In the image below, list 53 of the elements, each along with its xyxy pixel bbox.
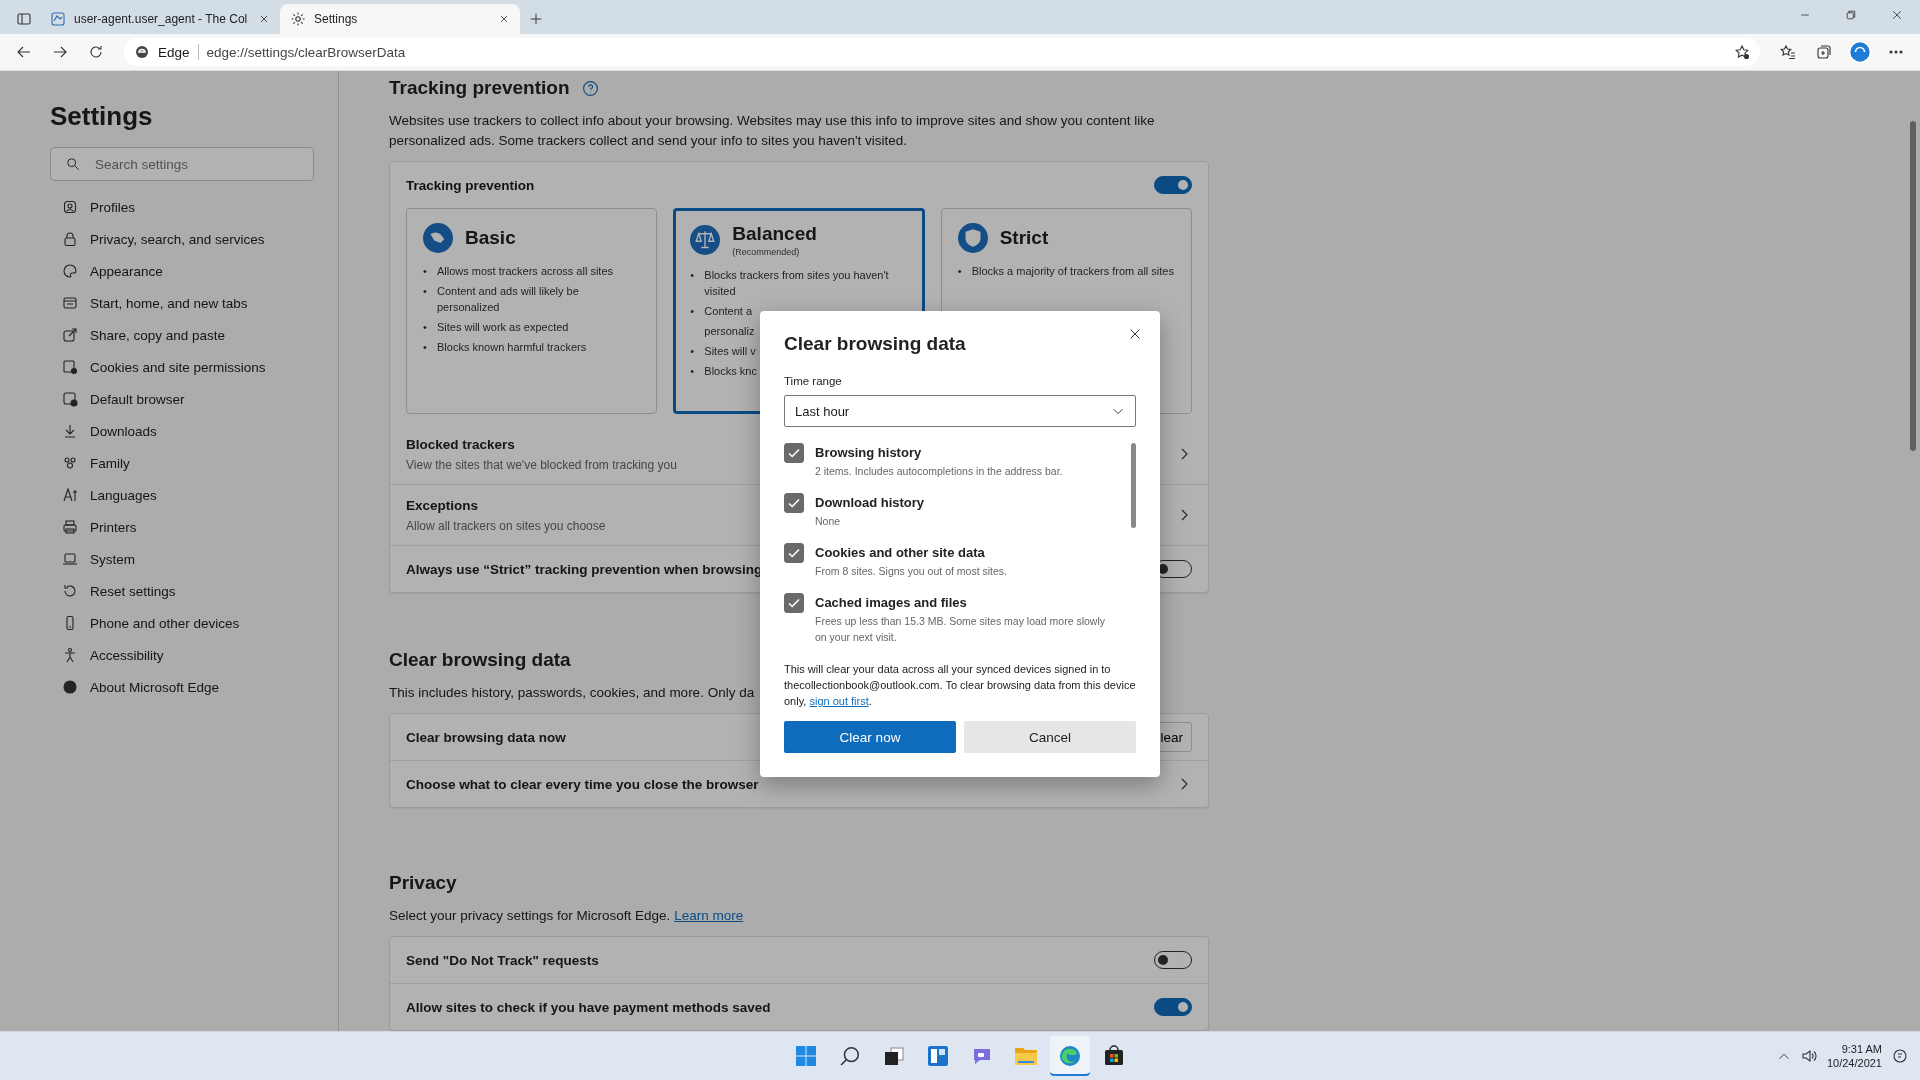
bullet-symbol: •: [690, 344, 696, 359]
bullet-symbol: •: [690, 364, 696, 379]
row-title: Allow sites to check if you have payment methods saved: [406, 999, 771, 1015]
row-description: View the sites that we've blocked from tracking you: [406, 457, 677, 472]
option-description: From 8 sites. Signs you out of most sites.: [815, 564, 1007, 579]
settings-title: Settings: [50, 101, 154, 132]
option-title: Strict: [999, 227, 1049, 249]
bullet-symbol: •: [957, 264, 963, 279]
section-title: Privacy: [389, 872, 457, 894]
bullet-symbol: •: [423, 264, 428, 279]
section-title: Clear browsing data: [389, 649, 571, 671]
row-title: Always use “Strict” tracking prevention when browsing: [406, 561, 763, 577]
option-bullet: Sites will v: [704, 344, 756, 359]
option-bullet: Content and ads will likely be personalized: [437, 284, 580, 315]
option-label: Download history: [815, 494, 925, 512]
section-title: Tracking prevention: [389, 77, 570, 99]
bullet-symbol: •: [690, 268, 696, 283]
site-label: Edge: [158, 44, 190, 60]
option-bullet: Content a: [704, 304, 753, 319]
row-title: Exceptions: [406, 497, 480, 513]
url-text: edge://settings/clearBrowserData: [206, 44, 407, 60]
section-description: This includes history, passwords, cookies, and more. Only da: [389, 684, 755, 702]
bullet-symbol: •: [423, 320, 428, 335]
sync-note: This will clear your data across all your synced devices signed in to thecollectionbook@outlook.com. To clear browsing data from this device only, sign out first.: [784, 662, 1136, 709]
option-bullet: Blocks knc: [704, 364, 757, 379]
row-title: Clear browsing data now: [406, 729, 566, 745]
bullet-symbol: •: [423, 340, 428, 355]
row-title: Blocked trackers: [406, 436, 516, 452]
option-label: Cached images and files: [815, 594, 968, 612]
bullet-symbol: •: [690, 304, 696, 319]
row-title: Send "Do Not Track" requests: [406, 952, 599, 968]
option-description: None: [815, 514, 842, 529]
bullet-symbol: •: [423, 284, 428, 299]
card-title: Tracking prevention: [406, 177, 535, 193]
field-label: Time range: [784, 375, 843, 387]
option-label: Cookies and other site data: [815, 544, 986, 562]
option-label: Browsing history: [815, 444, 923, 462]
option-bullet: personaliz: [704, 324, 755, 339]
section-description: Websites use trackers to collect info about your browsing. Websites may use this info to improve sites and show you content like personalized ads. Some trackers collect and send your info to sites you haven't visited.: [389, 112, 1156, 150]
option-description: Frees up less than 15.3 MB. Some sites may load more slowly on your next visit.: [815, 614, 1107, 645]
section-description: Select your privacy settings for Microsoft Edge. Learn more: [389, 907, 744, 925]
option-description: 2 items. Includes autocompletions in the address bar.: [815, 464, 1063, 479]
row-description: Allow all trackers on sites you choose: [406, 518, 606, 533]
option-title: Basic: [465, 227, 516, 249]
dialog-title: Clear browsing data: [784, 333, 967, 355]
option-subtitle: (Recommended): [732, 247, 801, 257]
row-title: Choose what to clear every time you close the browser: [406, 776, 759, 792]
option-bullet: Blocks a majority of trackers from all sites: [971, 264, 1174, 279]
option-bullet: Allows most trackers across all sites: [437, 264, 614, 279]
option-bullet: Sites will work as expected: [437, 320, 569, 335]
option-bullet: Blocks known harmful trackers: [437, 340, 587, 355]
option-title: Balanced: [732, 223, 817, 245]
option-bullet: Blocks trackers from sites you haven't visited: [704, 268, 890, 299]
